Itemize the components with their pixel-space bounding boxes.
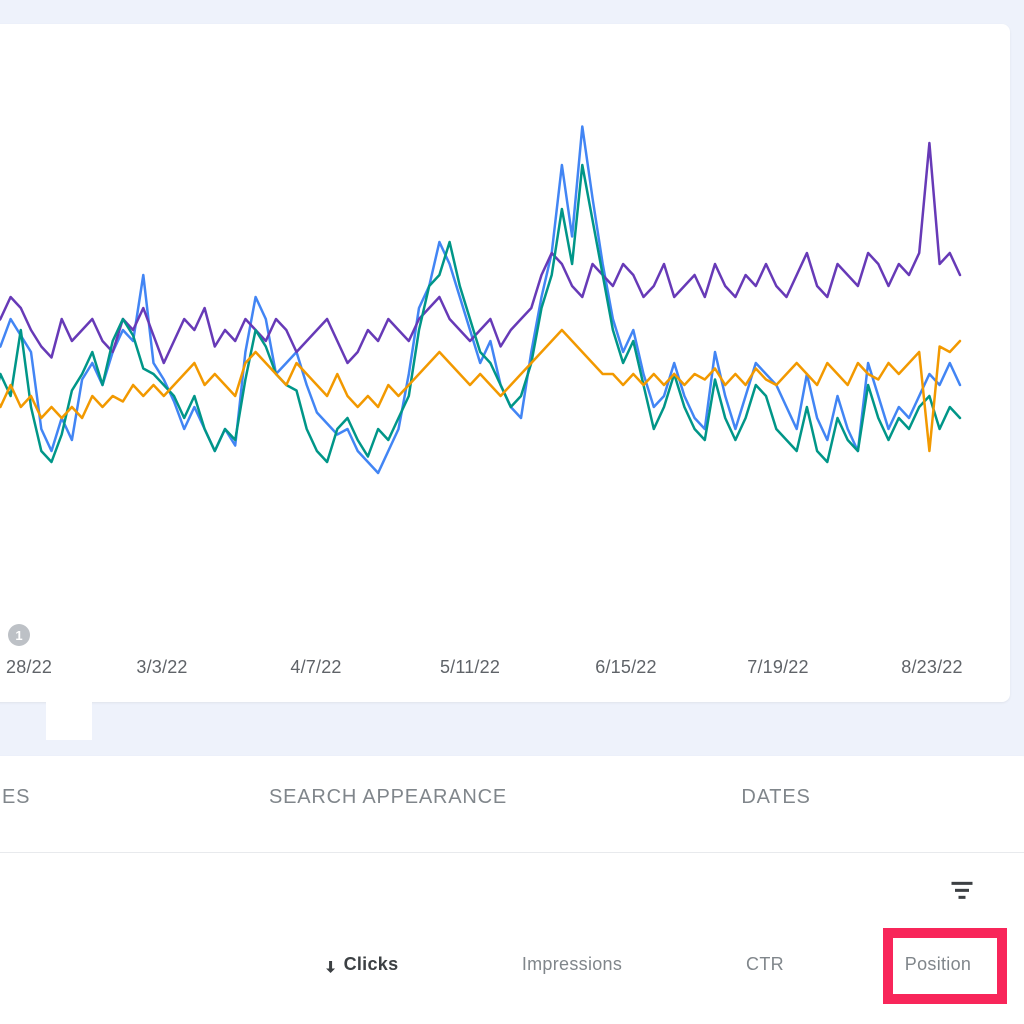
column-clicks-label: Clicks	[344, 954, 399, 975]
results-panel: ES SEARCH APPEARANCE DATES Clicks Impres…	[0, 756, 1024, 1024]
tab-partial-left[interactable]: ES	[2, 786, 30, 809]
x-tick-label: 4/7/22	[290, 657, 341, 678]
column-clicks[interactable]: Clicks	[322, 954, 399, 975]
x-tick-label: 3/3/22	[136, 657, 187, 678]
x-tick-label: 5/11/22	[440, 657, 500, 678]
card-connector-notch	[46, 700, 92, 740]
divider	[0, 852, 1024, 853]
column-ctr-label: CTR	[746, 954, 784, 975]
axis-annotation-badge: 1	[8, 624, 30, 646]
x-tick-label: 6/15/22	[595, 657, 656, 678]
column-position-label: Position	[905, 954, 971, 975]
filter-icon[interactable]	[948, 876, 976, 904]
tab-dates[interactable]: DATES	[741, 786, 810, 809]
performance-chart-card: 1 28/22 3/3/22 4/7/22 5/11/22 6/15/22 7/19/22…	[0, 24, 1010, 702]
x-axis-labels: 28/22 3/3/22 4/7/22 5/11/22 6/15/22 7/19/22 8/…	[0, 657, 1010, 687]
x-tick-label: 28/22	[6, 657, 52, 678]
sort-descending-icon	[322, 958, 336, 972]
tab-search-appearance[interactable]: SEARCH APPEARANCE	[269, 786, 507, 809]
performance-line-chart[interactable]	[0, 34, 990, 604]
dimension-tabs: ES SEARCH APPEARANCE DATES	[0, 786, 1024, 820]
column-impressions[interactable]: Impressions	[522, 954, 622, 975]
x-tick-label: 7/19/22	[747, 657, 808, 678]
column-ctr[interactable]: CTR	[746, 954, 784, 975]
column-impressions-label: Impressions	[522, 954, 622, 975]
column-position[interactable]: Position	[905, 954, 971, 975]
x-tick-label: 8/23/22	[901, 657, 962, 678]
column-headers: Clicks Impressions CTR Position	[0, 954, 1024, 988]
